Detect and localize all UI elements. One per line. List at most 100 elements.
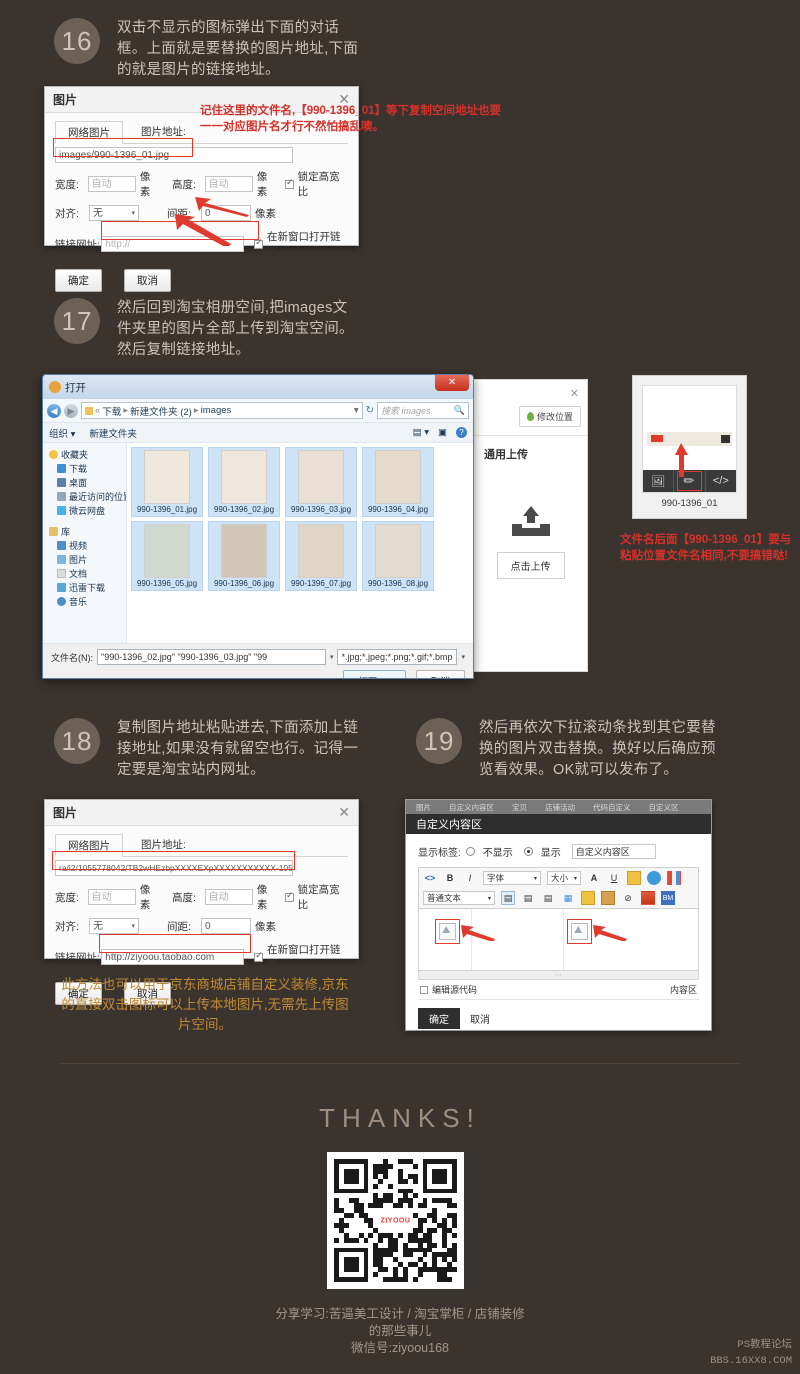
- sidebar-label: 微云网盘: [69, 505, 106, 516]
- height-input[interactable]: 自动: [204, 889, 253, 905]
- radio-hide[interactable]: [465, 847, 475, 856]
- image-url-input[interactable]: images/990-1396_01.jpg: [55, 147, 293, 163]
- file-item[interactable]: 990-1396_03.jpg: [285, 447, 357, 517]
- title-input[interactable]: 自定义内容区: [571, 844, 656, 859]
- editor-canvas[interactable]: [418, 909, 699, 971]
- sidebar-item-downloads[interactable]: 下载: [47, 461, 126, 475]
- editor-tab[interactable]: 自定义区: [649, 802, 679, 813]
- sidebar-item-library[interactable]: 库: [47, 524, 126, 538]
- highlight-icon[interactable]: [627, 871, 641, 885]
- sidebar-item-desktop[interactable]: 桌面: [47, 475, 126, 489]
- globe-icon[interactable]: [647, 871, 661, 885]
- bgm-icon[interactable]: BM: [661, 891, 675, 905]
- clear-format-icon[interactable]: ⊘: [621, 891, 635, 905]
- explorer-toolbar: 组织 ▾ 新建文件夹 ▤ ▾ ▣ ?: [43, 423, 473, 443]
- font-select[interactable]: 字体 ▾: [483, 871, 541, 885]
- new-window-checkbox[interactable]: [254, 237, 264, 249]
- back-icon[interactable]: ◀: [47, 403, 61, 418]
- file-item[interactable]: 990-1396_06.jpg: [208, 521, 280, 591]
- breadcrumb[interactable]: « 下载 ▸ 新建文件夹 (2) ▸ images ▾: [81, 402, 363, 419]
- file-item[interactable]: 990-1396_02.jpg: [208, 447, 280, 517]
- view-mode-icon[interactable]: ▤ ▾: [413, 427, 429, 438]
- bold-icon[interactable]: B: [443, 871, 457, 885]
- file-name: 990-1396_05.jpg: [136, 579, 198, 588]
- close-icon[interactable]: ✕: [570, 387, 579, 400]
- italic-icon[interactable]: I: [463, 871, 477, 885]
- file-item[interactable]: 990-1396_04.jpg: [362, 447, 434, 517]
- source-code-checkbox[interactable]: [420, 985, 428, 994]
- file-item[interactable]: 990-1396_08.jpg: [362, 521, 434, 591]
- lock-ratio-checkbox[interactable]: [284, 177, 294, 189]
- editor-tab[interactable]: 店铺活动: [545, 802, 575, 813]
- sidebar-item-thunder[interactable]: 迅雷下载: [47, 580, 126, 594]
- file-item[interactable]: 990-1396_05.jpg: [131, 521, 203, 591]
- sidebar-item-weiyun[interactable]: 微云网盘: [47, 503, 126, 517]
- table-icon[interactable]: [667, 871, 681, 885]
- sidebar-item-favorites[interactable]: 收藏夹: [47, 447, 126, 461]
- new-folder-button[interactable]: 新建文件夹: [89, 426, 137, 440]
- align-right-icon[interactable]: ▤: [541, 891, 555, 905]
- cancel-button[interactable]: 取消: [415, 670, 465, 678]
- align-left-icon[interactable]: ▤: [501, 891, 515, 905]
- sidebar-item-documents[interactable]: 文档: [47, 566, 126, 580]
- align-center-icon[interactable]: ▤: [521, 891, 535, 905]
- width-input[interactable]: 自动: [87, 176, 136, 192]
- file-item[interactable]: 990-1396_07.jpg: [285, 521, 357, 591]
- image-icon[interactable]: 🖼: [643, 470, 673, 492]
- close-icon[interactable]: ✕: [435, 375, 469, 391]
- lock-ratio-checkbox[interactable]: [284, 890, 294, 902]
- breadcrumb-item-2[interactable]: images: [201, 405, 232, 416]
- source-code-icon[interactable]: <>: [423, 871, 437, 885]
- radio-show[interactable]: [523, 847, 533, 856]
- close-icon[interactable]: ✕: [338, 804, 350, 821]
- editor-tab[interactable]: 代码自定义: [593, 802, 631, 813]
- upload-button[interactable]: 点击上传: [496, 552, 565, 579]
- tab-network-image[interactable]: 网络图片: [55, 121, 123, 144]
- breadcrumb-item-0[interactable]: 下载: [102, 404, 121, 418]
- forward-icon[interactable]: ▶: [64, 403, 78, 418]
- code-icon[interactable]: </>: [706, 470, 736, 492]
- search-input[interactable]: 搜索 images 🔍: [377, 402, 469, 419]
- file-item[interactable]: 990-1396_01.jpg: [131, 447, 203, 517]
- marquee-icon[interactable]: [641, 891, 655, 905]
- breadcrumb-item-1[interactable]: 新建文件夹 (2): [130, 404, 192, 418]
- organize-button[interactable]: 组织 ▾: [49, 426, 75, 440]
- preview-pane-icon[interactable]: ▣: [438, 427, 447, 438]
- align-select[interactable]: 无 ▾: [89, 205, 139, 221]
- open-button[interactable]: 打开(O): [343, 670, 406, 678]
- horizontal-scrollbar[interactable]: ⋯: [418, 971, 699, 980]
- editor-tab[interactable]: 图片: [416, 802, 431, 813]
- cancel-button[interactable]: 取消: [124, 269, 171, 292]
- filename-input[interactable]: "990-1396_02.jpg" "990-1396_03.jpg" "99: [97, 649, 326, 665]
- tab-network-image[interactable]: 网络图片: [55, 834, 123, 857]
- underline-icon[interactable]: U: [607, 871, 621, 885]
- image-url-input[interactable]: ra/i2/1055778042/TB2wHEzbpXXXXEXpXXXXXXX…: [55, 860, 293, 876]
- text-color-icon[interactable]: A: [587, 871, 601, 885]
- qr-code: ZIYOOU: [327, 1152, 464, 1289]
- emoji-icon[interactable]: [581, 891, 595, 905]
- sidebar-item-pictures[interactable]: 图片: [47, 552, 126, 566]
- image-insert-icon[interactable]: [601, 891, 615, 905]
- new-window-checkbox[interactable]: [254, 950, 264, 962]
- spacing-unit: 像素: [255, 920, 276, 933]
- help-icon[interactable]: ?: [456, 427, 467, 438]
- link-input[interactable]: http://ziyoou.taobao.com: [101, 949, 245, 965]
- height-input[interactable]: 自动: [204, 176, 253, 192]
- sidebar-item-recent[interactable]: 最近访问的位置: [47, 489, 126, 503]
- align-select[interactable]: 无 ▾: [89, 918, 139, 934]
- ok-button[interactable]: 确定: [55, 269, 102, 292]
- format-select[interactable]: 普通文本 ▾: [423, 891, 495, 905]
- size-select[interactable]: 大小 ▾: [547, 871, 581, 885]
- spacing-input[interactable]: 0: [201, 918, 251, 934]
- refresh-icon[interactable]: ↻: [366, 405, 374, 416]
- filetype-select[interactable]: *.jpg;*.jpeg;*.png;*.gif;*.bmp: [337, 649, 458, 665]
- sidebar-item-music[interactable]: 音乐: [47, 594, 126, 608]
- editor-tab[interactable]: 自定义内容区: [449, 802, 494, 813]
- ok-button[interactable]: 确定: [418, 1008, 460, 1029]
- list-icon[interactable]: ▦: [561, 891, 575, 905]
- editor-tab[interactable]: 宝贝: [512, 802, 527, 813]
- change-location-button[interactable]: 修改位置: [518, 406, 581, 427]
- width-input[interactable]: 自动: [87, 889, 136, 905]
- cancel-button[interactable]: 取消: [470, 1011, 490, 1026]
- sidebar-item-video[interactable]: 视频: [47, 538, 126, 552]
